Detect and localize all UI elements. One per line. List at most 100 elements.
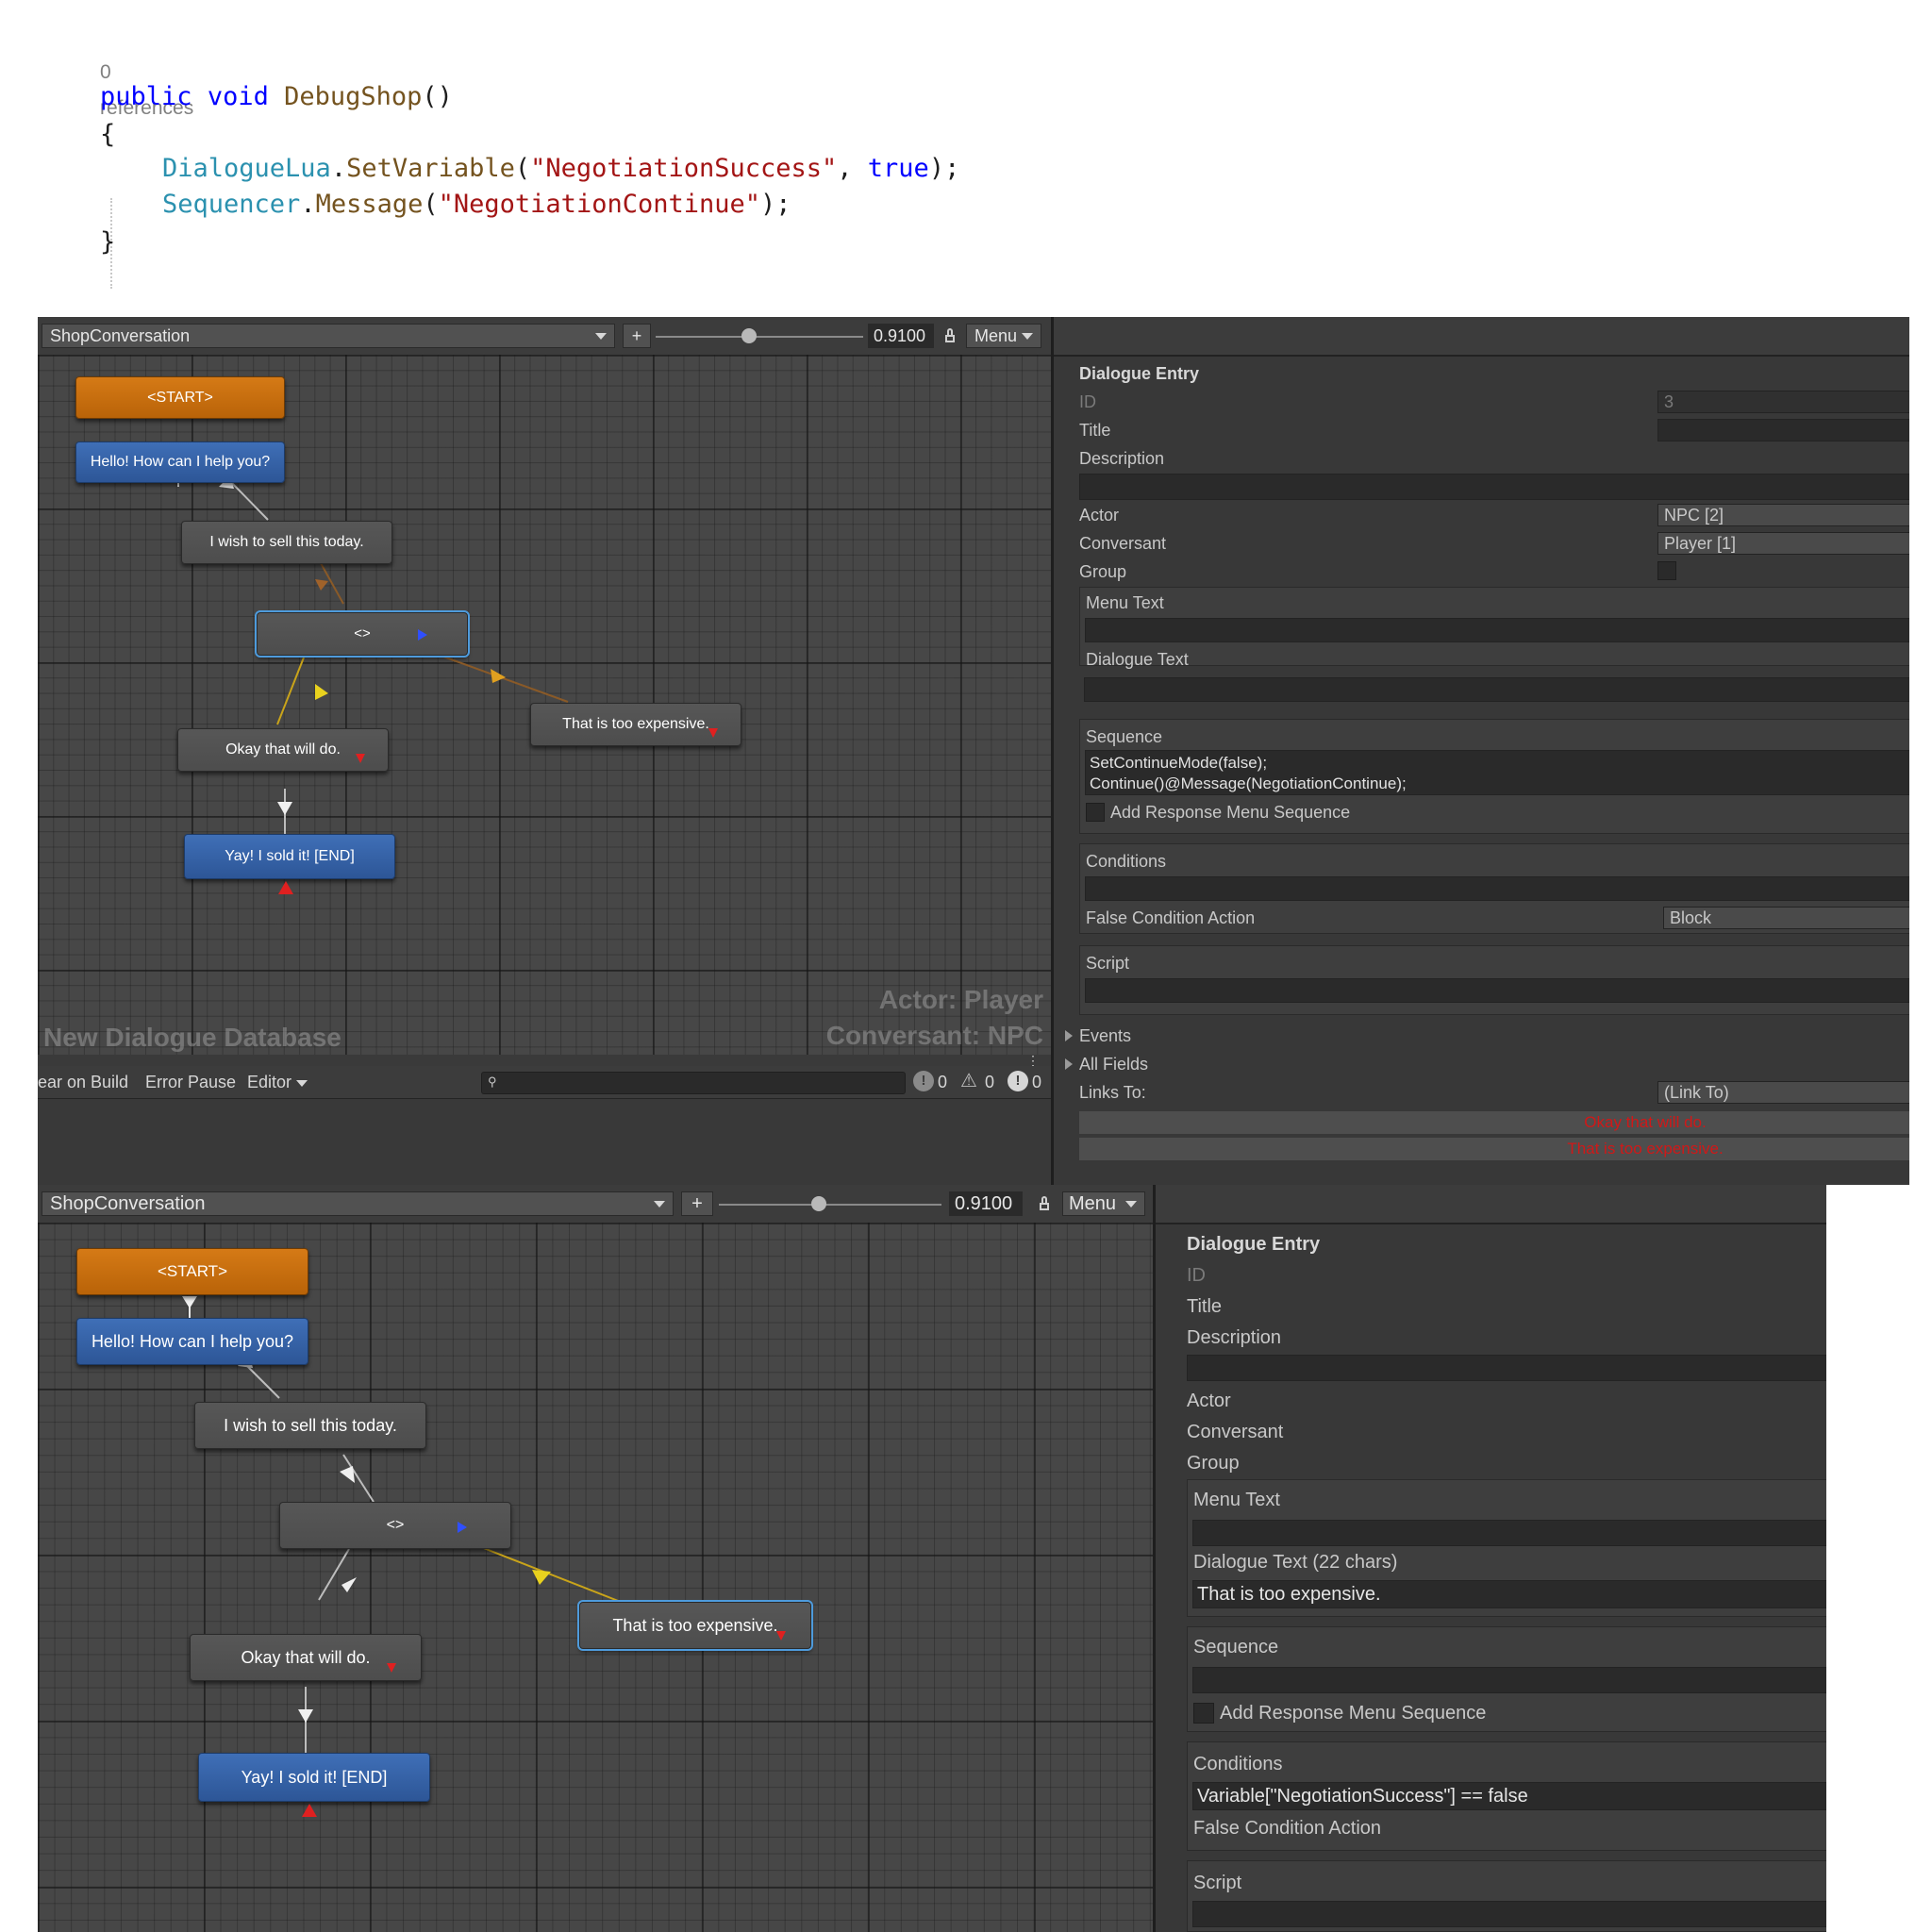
node-group-selected[interactable]: <> <box>255 610 470 658</box>
lock-icon[interactable] <box>945 328 955 342</box>
node-end[interactable]: Yay! I sold it! [END] <box>184 834 395 879</box>
node-expensive[interactable]: That is too expensive. <box>530 703 741 746</box>
bottom-conversation-dropdown[interactable]: ShopConversation <box>42 1191 674 1216</box>
top-zoom-slider-track[interactable] <box>656 336 863 338</box>
top-dialogue-editor: ShopConversation + 0.9100 Menu <START> H… <box>38 317 1053 1185</box>
top-add-conversation-button[interactable]: + <box>623 324 651 348</box>
top-conversation-dropdown[interactable]: ShopConversation <box>42 324 615 348</box>
add-response-checkbox[interactable] <box>1086 803 1105 822</box>
log-count[interactable]: 0 <box>938 1073 947 1092</box>
description-field[interactable] <box>1187 1355 1826 1381</box>
node-hello[interactable]: Hello! How can I help you? <box>76 1318 308 1365</box>
links-to-dropdown[interactable]: (Link To) <box>1657 1081 1909 1104</box>
link-expensive-button[interactable]: That is too expensive. <box>1079 1138 1909 1160</box>
arrow-icon <box>418 629 427 641</box>
bottom-add-conversation-button[interactable]: + <box>681 1191 713 1216</box>
bottom-menu-button[interactable]: Menu <box>1062 1191 1145 1216</box>
error-pause-button[interactable]: Error Pause <box>145 1073 236 1092</box>
inspector-title: Dialogue Entry <box>1187 1234 1321 1255</box>
expand-triangle-icon[interactable] <box>1065 1030 1073 1041</box>
false-condition-dropdown[interactable]: Block <box>1663 907 1909 929</box>
link-line <box>480 1546 631 1607</box>
expand-triangle-icon[interactable] <box>1065 1058 1073 1070</box>
code-line-setvariable: DialogueLua.SetVariable("NegotiationSucc… <box>162 151 959 187</box>
code-token: ( <box>423 190 439 219</box>
bottom-node-canvas[interactable]: <START> Hello! How can I help you? I wis… <box>38 1223 1155 1932</box>
error-count[interactable]: 0 <box>1032 1073 1041 1092</box>
code-token: Sequencer <box>162 190 301 219</box>
arrow-icon <box>458 1522 467 1533</box>
conditions-section: Conditions Variable["NegotiationSuccess"… <box>1187 1741 1826 1851</box>
sequence-field[interactable]: SetContinueMode(false); Continue()@Messag… <box>1085 750 1909 795</box>
clear-on-build-button[interactable]: ear on Build <box>38 1073 128 1092</box>
link-line <box>442 656 569 703</box>
bottom-zoom-slider-track[interactable] <box>719 1204 941 1206</box>
menu-text-field[interactable] <box>1192 1520 1826 1546</box>
node-start[interactable]: <START> <box>75 376 285 419</box>
arrow-icon <box>387 1663 396 1673</box>
code-token: DialogueLua <box>162 154 331 183</box>
actor-label: Actor <box>1187 1391 1231 1411</box>
code-token: "NegotiationContinue" <box>438 190 761 219</box>
node-hello[interactable]: Hello! How can I help you? <box>75 441 285 483</box>
lock-icon[interactable] <box>1040 1196 1049 1210</box>
conversant-dropdown[interactable]: Player [1] <box>1657 532 1909 555</box>
add-response-label: Add Response Menu Sequence <box>1220 1703 1487 1724</box>
bottom-inspector-header-bar <box>1156 1185 1826 1224</box>
false-condition-label: False Condition Action <box>1086 908 1256 927</box>
conditions-field[interactable]: Variable["NegotiationSuccess"] == false <box>1192 1782 1826 1810</box>
conversant-label: Conversant <box>1079 534 1167 553</box>
node-start[interactable]: <START> <box>76 1248 308 1295</box>
node-okay[interactable]: Okay that will do. <box>190 1634 422 1681</box>
link-okay-button[interactable]: Okay that will do. <box>1079 1111 1909 1134</box>
code-token: . <box>300 190 316 219</box>
node-sell[interactable]: I wish to sell this today. <box>194 1402 426 1449</box>
bottom-zoom-value[interactable]: 0.9100 <box>949 1191 1023 1216</box>
title-field[interactable] <box>1657 419 1909 441</box>
code-token: true <box>867 154 929 183</box>
actor-dropdown[interactable]: NPC [2] <box>1657 504 1909 526</box>
more-options-icon[interactable]: ⋮ <box>1026 1054 1040 1067</box>
add-response-checkbox[interactable] <box>1193 1703 1214 1724</box>
dialogue-text-field[interactable]: That is too expensive. <box>1192 1580 1826 1608</box>
node-expensive-selected[interactable]: That is too expensive. <box>577 1600 813 1651</box>
node-end[interactable]: Yay! I sold it! [END] <box>198 1753 430 1802</box>
node-sell[interactable]: I wish to sell this today. <box>181 521 392 564</box>
group-checkbox[interactable] <box>1657 561 1676 580</box>
script-label: Script <box>1193 1873 1242 1893</box>
sequence-field[interactable] <box>1192 1667 1826 1693</box>
menu-text-field[interactable] <box>1085 618 1909 642</box>
top-node-canvas[interactable]: <START> Hello! How can I help you? I wis… <box>38 355 1053 1055</box>
top-menu-button[interactable]: Menu <box>966 324 1041 348</box>
node-group[interactable]: <> <box>279 1502 511 1549</box>
arrow-icon <box>356 754 365 763</box>
events-foldout[interactable]: Events <box>1079 1026 1131 1046</box>
warning-count[interactable]: 0 <box>985 1073 994 1092</box>
bottom-zoom-slider-handle[interactable] <box>811 1196 827 1211</box>
arrow-icon <box>776 1631 786 1641</box>
code-token: SetVariable <box>346 154 515 183</box>
top-zoom-value[interactable]: 0.9100 <box>868 324 934 348</box>
editor-dropdown[interactable]: Editor <box>247 1073 308 1092</box>
arrow-icon <box>340 1466 355 1483</box>
script-field[interactable] <box>1085 978 1909 1003</box>
bottom-conversation-name: ShopConversation <box>50 1193 206 1214</box>
all-fields-foldout[interactable]: All Fields <box>1079 1055 1148 1074</box>
link-line <box>276 657 305 725</box>
chevron-down-icon <box>1022 333 1033 340</box>
description-field[interactable] <box>1079 474 1909 500</box>
console-toolbar: ear on Build Error Pause Editor ⚲ ! 0 ⚠ … <box>38 1066 1053 1099</box>
top-graph-toolbar: ShopConversation + 0.9100 Menu <box>38 317 1053 357</box>
bottom-menu-label: Menu <box>1069 1193 1117 1214</box>
sequence-line: SetContinueMode(false); <box>1090 754 1268 772</box>
dialogue-text-field[interactable] <box>1084 677 1909 702</box>
arrow-icon <box>341 1577 357 1592</box>
dialogue-text-label: Dialogue Text (22 chars) <box>1193 1552 1398 1573</box>
console-search-input[interactable]: ⚲ <box>481 1072 906 1094</box>
script-field[interactable] <box>1192 1901 1826 1927</box>
node-okay[interactable]: Okay that will do. <box>177 728 389 772</box>
sequence-line: Continue()@Message(NegotiationContinue); <box>1090 774 1407 792</box>
conditions-field[interactable] <box>1085 876 1909 901</box>
top-zoom-slider-handle[interactable] <box>741 328 757 343</box>
arrow-icon <box>277 802 292 815</box>
